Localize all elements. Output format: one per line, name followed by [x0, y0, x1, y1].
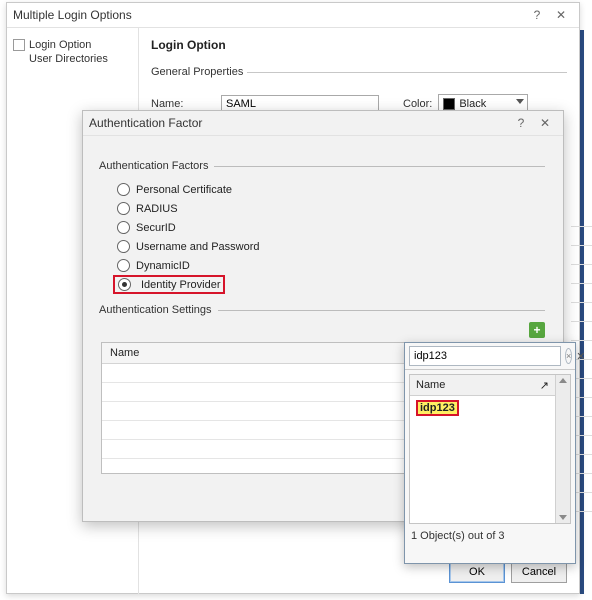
plus-icon: + [533, 323, 540, 337]
radio-label: DynamicID [136, 260, 190, 272]
list-body: idp123 [410, 396, 555, 523]
tree-expand-icon[interactable] [13, 39, 25, 51]
list-header[interactable]: Name ↗ [410, 375, 555, 396]
radio-radius[interactable]: RADIUS [101, 199, 545, 218]
status-text: 1 Object(s) out of 3 [405, 528, 575, 544]
radio-label: SecurID [136, 222, 176, 234]
list-item[interactable]: idp123 [416, 400, 459, 416]
radio-label: Username and Password [136, 241, 260, 253]
radio-label: Identity Provider [141, 279, 220, 291]
color-swatch-icon [443, 98, 455, 110]
clear-search-icon[interactable]: × [565, 348, 572, 364]
label-color: Color: [403, 98, 432, 110]
window-title: Multiple Login Options [13, 8, 525, 22]
tree-item-login-option[interactable]: Login Option [13, 38, 132, 52]
radio-dynamicid[interactable]: DynamicID [101, 256, 545, 275]
scrollbar[interactable] [555, 375, 570, 523]
radio-icon [117, 183, 130, 196]
titlebar: Multiple Login Options ? ✕ [7, 3, 579, 28]
chevron-down-icon [516, 99, 524, 104]
close-button[interactable]: ✕ [549, 8, 573, 22]
close-button[interactable]: ✕ [533, 116, 557, 130]
color-value: Black [459, 98, 486, 110]
radio-personal-certificate[interactable]: Personal Certificate [101, 180, 545, 199]
cancel-button[interactable]: Cancel [511, 561, 567, 583]
search-bar: × ✕ [405, 343, 575, 370]
label-name: Name: [151, 98, 215, 110]
radio-securid[interactable]: SecurID [101, 218, 545, 237]
radio-label: RADIUS [136, 203, 178, 215]
ok-button[interactable]: OK [449, 561, 505, 583]
group-legend: Authentication Factors [99, 160, 214, 172]
column-name: Name [416, 379, 445, 391]
group-legend: Authentication Settings [99, 304, 218, 316]
titlebar: Authentication Factor ? ✕ [83, 111, 563, 136]
tree-item-label: Login Option [29, 39, 91, 51]
radio-icon [117, 240, 130, 253]
tree-item-user-directories[interactable]: User Directories [13, 52, 132, 66]
radio-username-password[interactable]: Username and Password [101, 237, 545, 256]
results-list: Name ↗ idp123 [409, 374, 571, 524]
radio-identity-provider[interactable]: Identity Provider [113, 275, 225, 294]
footer-buttons: OK Cancel [449, 561, 567, 583]
radio-label: Personal Certificate [136, 184, 232, 196]
dialog-title: Authentication Factor [89, 116, 509, 130]
radio-icon [117, 202, 130, 215]
page-title: Login Option [151, 38, 567, 52]
help-button[interactable]: ? [525, 8, 549, 22]
sort-icon[interactable]: ↗ [540, 379, 549, 392]
object-picker-popup: × ✕ Name ↗ idp123 1 Object(s) out of 3 [404, 342, 576, 564]
add-button[interactable]: + [529, 322, 545, 338]
radio-icon [117, 221, 130, 234]
list-item-label: idp123 [420, 402, 455, 414]
group-legend: General Properties [151, 66, 247, 78]
close-button[interactable]: ✕ [576, 350, 585, 363]
radio-icon [117, 259, 130, 272]
help-button[interactable]: ? [509, 116, 533, 130]
search-input[interactable] [409, 346, 561, 366]
tree-item-label: User Directories [29, 53, 108, 65]
group-authentication-factors: Authentication Factors Personal Certific… [101, 160, 545, 294]
radio-icon [118, 278, 131, 291]
